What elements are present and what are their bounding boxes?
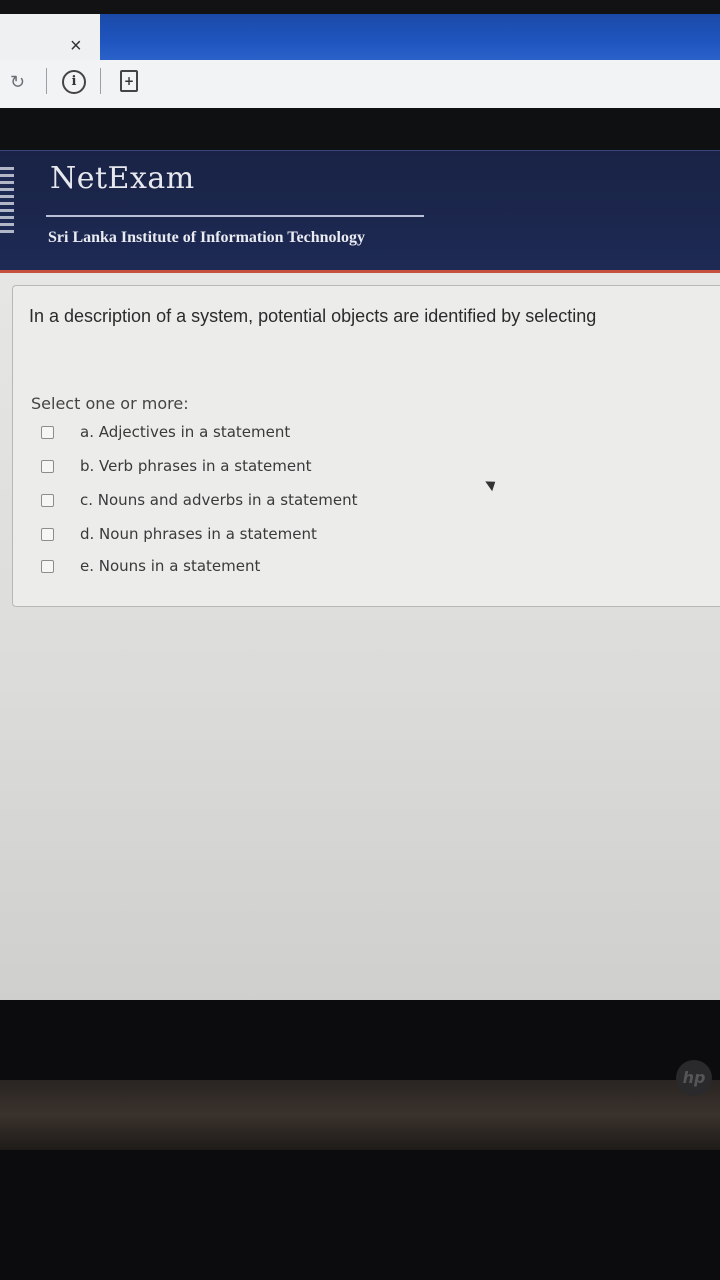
browser-dark-strip xyxy=(0,108,720,152)
toolbar-divider xyxy=(46,68,47,94)
option-checkbox[interactable] xyxy=(41,459,54,473)
option-c[interactable]: c. Nouns and adverbs in a statement xyxy=(41,486,358,514)
toolbar-divider xyxy=(100,68,101,94)
address-bar[interactable] xyxy=(0,60,720,109)
exam-page: In a description of a system, potential … xyxy=(0,273,720,1003)
option-label: a. Adjectives in a statement xyxy=(80,423,291,441)
option-label: c. Nouns and adverbs in a statement xyxy=(80,491,358,509)
option-d[interactable]: d. Noun phrases in a statement xyxy=(41,520,317,548)
browser-tab[interactable]: × xyxy=(0,14,101,62)
option-label: d. Noun phrases in a statement xyxy=(80,525,317,543)
option-checkbox[interactable] xyxy=(41,559,54,573)
hp-logo-icon: hp xyxy=(676,1060,712,1096)
option-checkbox[interactable] xyxy=(41,527,54,541)
question-text: In a description of a system, potential … xyxy=(29,306,597,326)
option-a[interactable]: a. Adjectives in a statement xyxy=(41,418,290,446)
question-card: In a description of a system, potential … xyxy=(12,285,720,607)
option-checkbox[interactable] xyxy=(41,493,54,507)
option-checkbox[interactable] xyxy=(41,425,54,439)
info-icon[interactable]: i xyxy=(62,70,86,94)
page-icon[interactable]: + xyxy=(120,70,138,92)
site-header: NetExam Sri Lanka Institute of Informati… xyxy=(0,150,720,273)
brand-divider xyxy=(46,215,424,217)
option-label: b. Verb phrases in a statement xyxy=(80,457,312,475)
laptop-hinge xyxy=(0,1080,720,1150)
close-icon[interactable]: × xyxy=(70,36,82,56)
option-e[interactable]: e. Nouns in a statement xyxy=(41,552,260,580)
reload-icon[interactable]: ↻ xyxy=(10,72,25,93)
option-b[interactable]: b. Verb phrases in a statement xyxy=(41,452,311,480)
brand-title: NetExam xyxy=(50,161,195,196)
institute-name: Sri Lanka Institute of Information Techn… xyxy=(48,229,365,246)
institute-logo-icon xyxy=(0,167,14,233)
answer-prompt: Select one or more: xyxy=(31,394,189,413)
option-label: e. Nouns in a statement xyxy=(80,557,261,575)
tab-strip-background xyxy=(100,14,720,60)
